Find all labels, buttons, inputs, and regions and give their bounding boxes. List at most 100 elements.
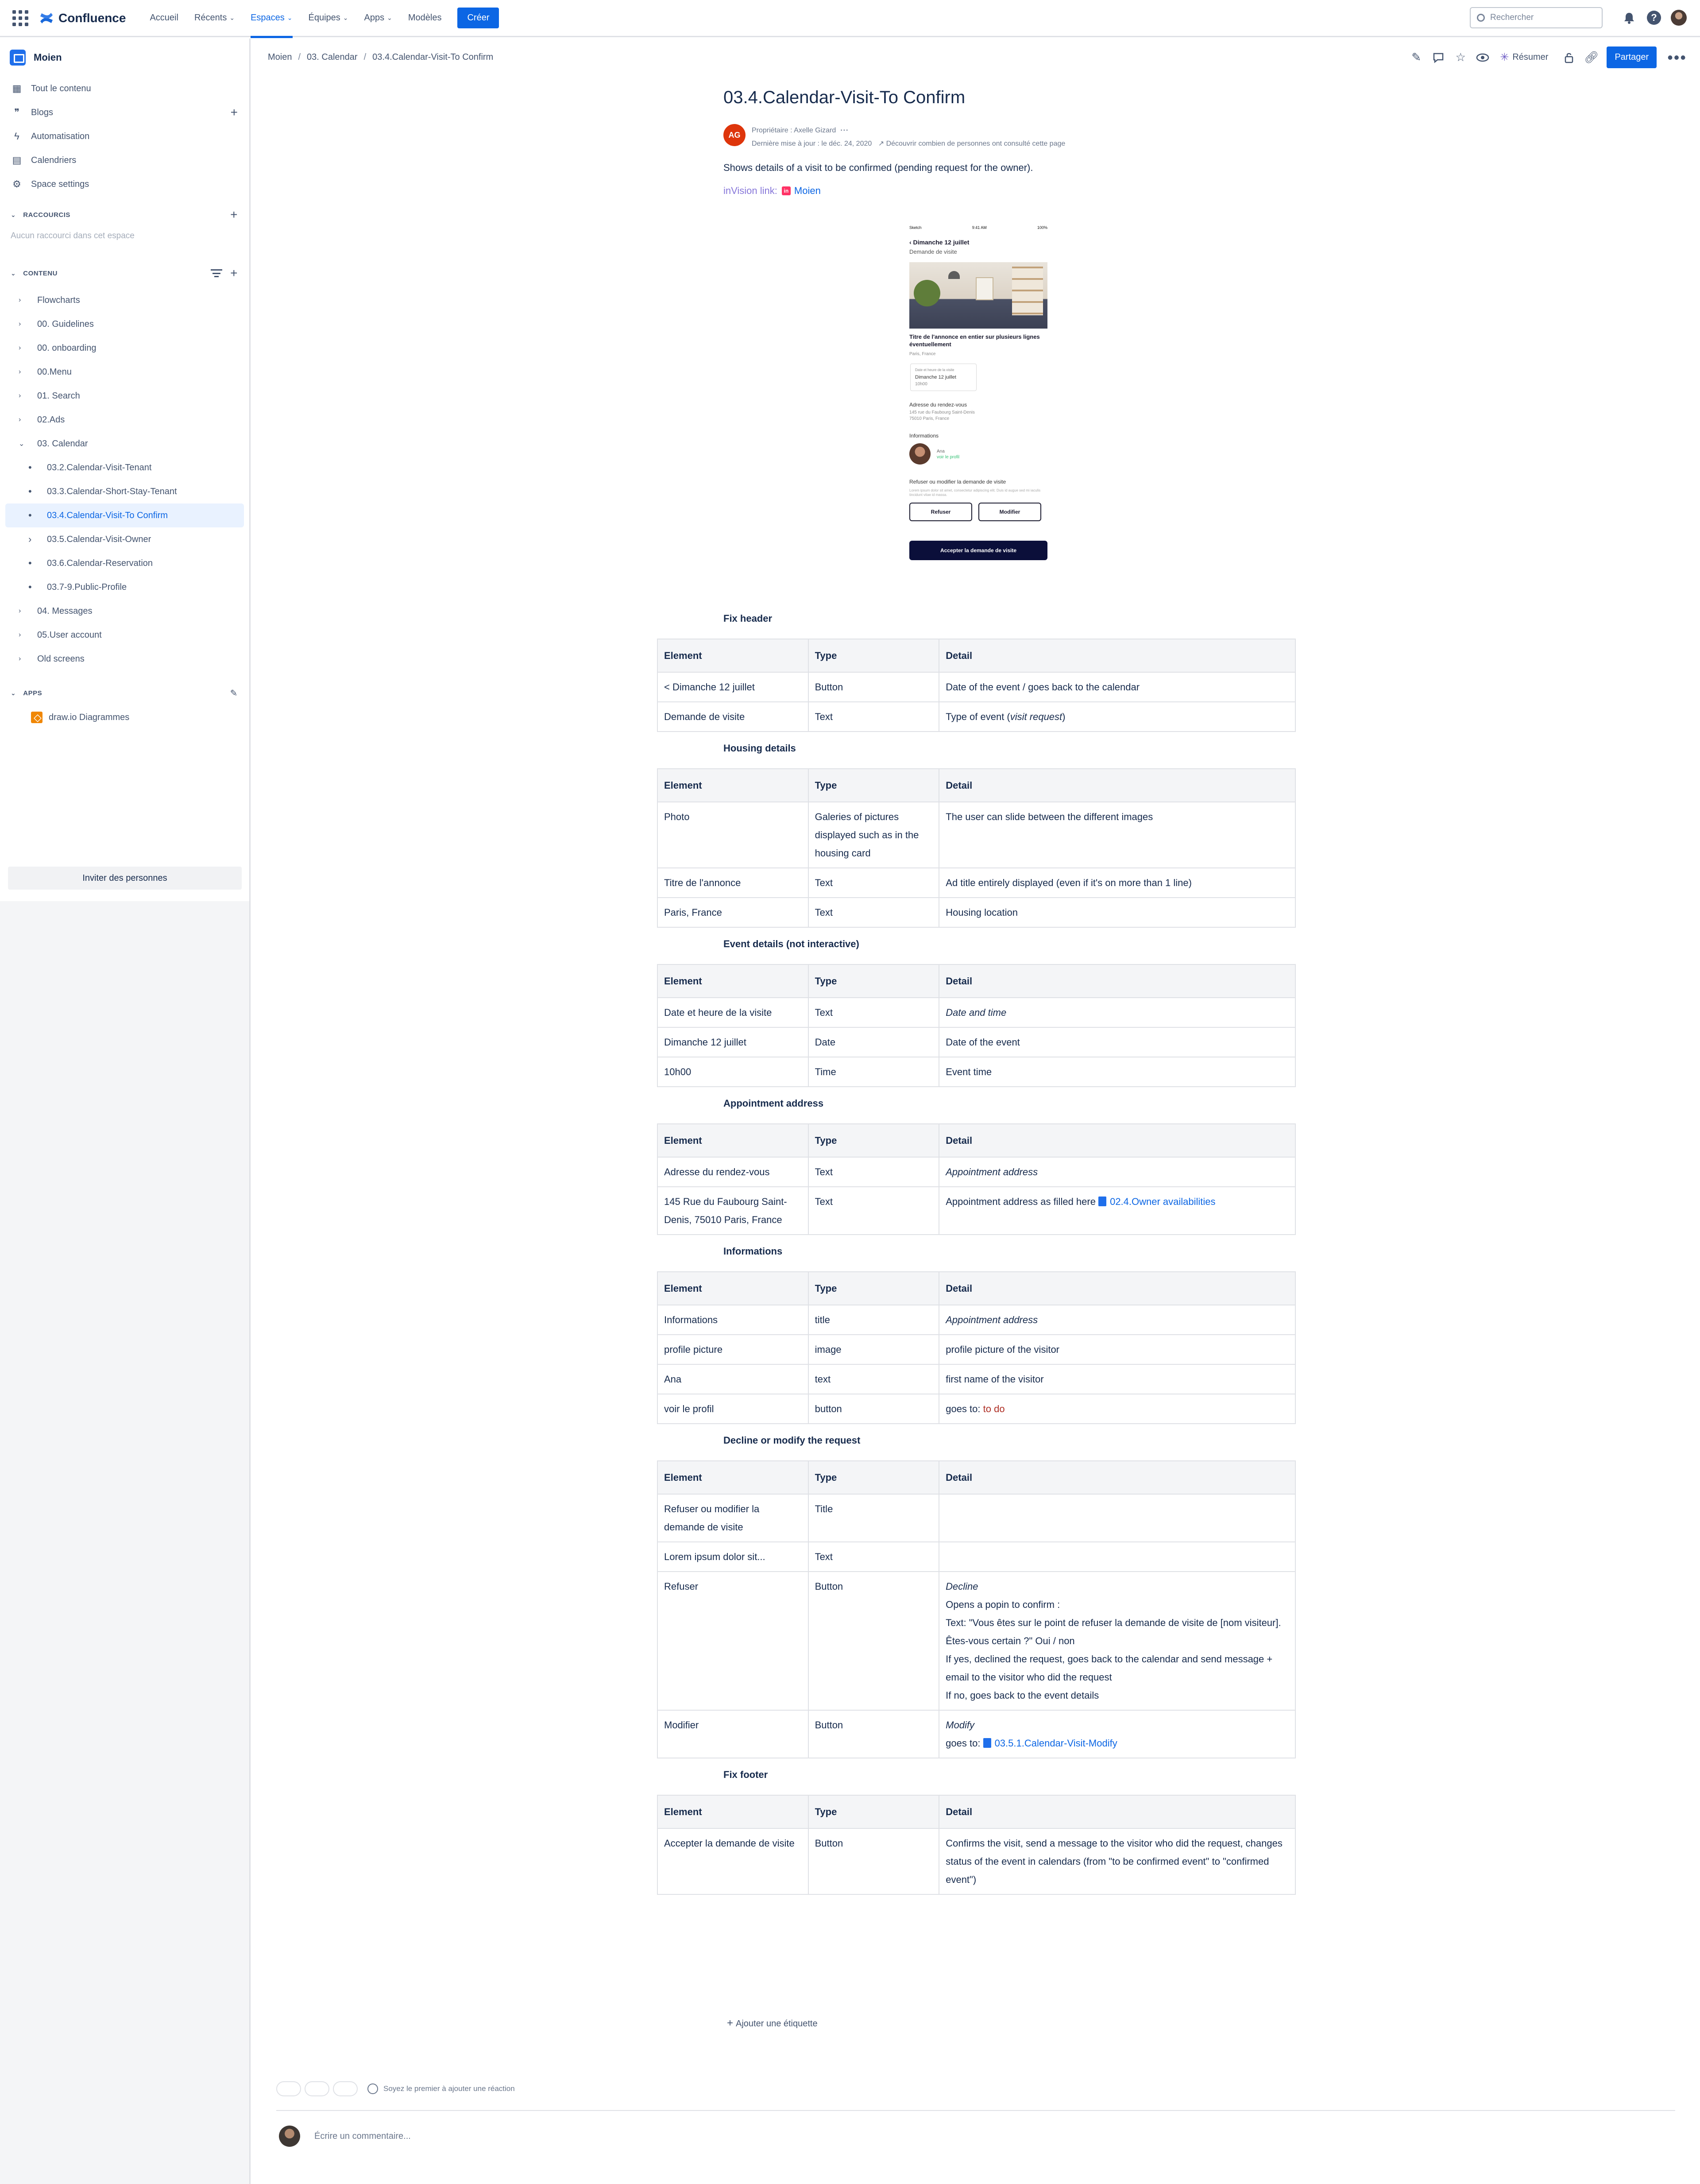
owner-text[interactable]: Propriétaire : Axelle Gizard xyxy=(752,127,836,134)
copy-link-icon[interactable]: 🔗︎ xyxy=(1582,48,1600,67)
tree-item[interactable]: › 00. Guidelines xyxy=(5,312,244,336)
tree-item[interactable]: › 00.Menu xyxy=(5,360,244,384)
nav-item-5[interactable]: Modèles xyxy=(408,0,442,37)
tree-item[interactable]: • 03.4.Calendar-Visit-To Confirm xyxy=(5,503,244,527)
chevron-right-icon[interactable]: › xyxy=(19,320,28,328)
tree-item-label: 03.6.Calendar-Reservation xyxy=(47,558,153,568)
star-icon[interactable]: ☆ xyxy=(1451,48,1470,67)
cell-detail: Confirms the visit, send a message to th… xyxy=(939,1828,1296,1895)
chevron-right-icon[interactable]: › xyxy=(19,631,28,639)
summarize-button[interactable]: ✳ Résumer xyxy=(1500,51,1548,64)
nav-item-label: Récents xyxy=(194,13,227,23)
cell-type: text xyxy=(808,1364,940,1394)
watch-eye-icon[interactable] xyxy=(1473,48,1492,67)
tree-item[interactable]: › 01. Search xyxy=(5,384,244,408)
chevron-right-icon[interactable]: › xyxy=(28,534,38,545)
nav-item-1[interactable]: Récents ⌄ xyxy=(194,0,235,37)
tree-item[interactable]: › 05.User account xyxy=(5,623,244,647)
create-button[interactable]: Créer xyxy=(457,8,499,28)
sidebar-link-2[interactable]: ϟ Automatisation xyxy=(0,124,249,148)
comment-icon[interactable] xyxy=(1429,48,1448,67)
tree-item-label: 00.Menu xyxy=(37,367,72,377)
tree-item[interactable]: • 03.3.Calendar-Short-Stay-Tenant xyxy=(5,480,244,503)
sidebar-link-1[interactable]: ❞ Blogs + xyxy=(0,101,249,124)
add-shortcut-icon[interactable]: + xyxy=(230,208,238,222)
sidebar-link-3[interactable]: ▤ Calendriers xyxy=(0,148,249,172)
nav-item-0[interactable]: Accueil xyxy=(150,0,178,37)
detail-text: Type of event ( xyxy=(946,711,1010,722)
breadcrumb-item[interactable]: 03.4.Calendar-Visit-To Confirm xyxy=(372,52,493,62)
sidebar-link-0[interactable]: ▦ Tout le contenu xyxy=(0,77,249,101)
search-input[interactable]: Rechercher xyxy=(1470,7,1603,28)
cell-type: Galeries of pictures displayed such as i… xyxy=(808,802,940,868)
breadcrumb-item[interactable]: 03. Calendar xyxy=(307,52,358,62)
content-section-header[interactable]: ⌄ CONTENU + xyxy=(0,261,249,286)
chevron-right-icon[interactable]: › xyxy=(19,607,28,615)
add-icon[interactable]: + xyxy=(231,105,238,120)
edit-pencil-icon[interactable]: ✎ xyxy=(1407,48,1426,67)
app-switcher-icon[interactable] xyxy=(11,8,30,28)
apps-section-header[interactable]: ⌄ APPS ✎ xyxy=(0,681,249,705)
reaction-pill[interactable] xyxy=(276,2081,301,2096)
page-link[interactable]: 03.5.1.Calendar-Visit-Modify xyxy=(983,1738,1117,1749)
help-icon[interactable]: ? xyxy=(1645,9,1663,27)
chevron-right-icon[interactable]: › xyxy=(19,416,28,424)
cell-detail xyxy=(939,1494,1296,1542)
cell-detail: Ad title entirely displayed (even if it'… xyxy=(939,867,1296,898)
edit-apps-icon[interactable]: ✎ xyxy=(230,688,238,699)
author-avatar[interactable]: AG xyxy=(723,124,746,146)
tree-item[interactable]: ⌄ 03. Calendar xyxy=(5,432,244,456)
views-link[interactable]: Découvrir combien de personnes ont consu… xyxy=(886,140,1066,147)
filter-icon[interactable] xyxy=(211,269,223,277)
chevron-right-icon[interactable]: › xyxy=(19,344,28,352)
nav-item-3[interactable]: Équipes ⌄ xyxy=(309,0,348,37)
reaction-pill[interactable] xyxy=(333,2081,358,2096)
add-reaction-icon[interactable] xyxy=(367,2083,378,2094)
column-header: Type xyxy=(808,639,940,673)
page-link[interactable]: 02.4.Owner availabilities xyxy=(1098,1196,1216,1207)
bullet-icon: • xyxy=(28,558,32,569)
tree-item[interactable]: › 03.5.Calendar-Visit-Owner xyxy=(5,527,244,551)
cell-type: Time xyxy=(808,1057,940,1087)
tree-item[interactable]: • 03.2.Calendar-Visit-Tenant xyxy=(5,456,244,480)
nav-item-label: Apps xyxy=(364,13,385,23)
comment-input[interactable]: Écrire un commentaire... xyxy=(314,2131,411,2141)
chevron-right-icon[interactable]: › xyxy=(19,368,28,376)
tree-item[interactable]: › Old screens xyxy=(5,647,244,671)
user-avatar[interactable] xyxy=(1670,9,1688,27)
cell-element: Demande de visite xyxy=(657,701,809,732)
detail-line: Housing location xyxy=(946,903,1289,922)
more-actions-icon[interactable]: ••• xyxy=(1667,48,1687,67)
sidebar-link-4[interactable]: ⚙ Space settings xyxy=(0,172,249,196)
nav-item-4[interactable]: Apps ⌄ xyxy=(364,0,392,37)
chevron-down-icon[interactable]: ⌄ xyxy=(19,439,28,448)
divider xyxy=(276,2110,1675,2111)
chevron-right-icon[interactable]: › xyxy=(19,296,28,304)
invision-link[interactable]: in Moien xyxy=(781,185,821,197)
shortcuts-section-header[interactable]: ⌄ RACCOURCIS + xyxy=(0,202,249,227)
add-content-icon[interactable]: + xyxy=(230,266,238,280)
tree-item[interactable]: • 03.7-9.Public-Profile xyxy=(5,575,244,599)
content-tree: › Flowcharts › 00. Guidelines › 00. onboardin… xyxy=(0,288,249,671)
confluence-logo[interactable]: Confluence xyxy=(39,11,126,26)
invite-people-button[interactable]: Inviter des personnes xyxy=(8,867,242,890)
chevron-right-icon[interactable]: › xyxy=(19,655,28,663)
breadcrumb-item[interactable]: Moien xyxy=(268,52,292,62)
add-label-button[interactable]: + Ajouter une étiquette xyxy=(727,2017,818,2029)
tree-item[interactable]: › Flowcharts xyxy=(5,288,244,312)
logo-text: Confluence xyxy=(58,11,126,25)
tree-item[interactable]: • 03.6.Calendar-Reservation xyxy=(5,551,244,575)
tree-item[interactable]: › 04. Messages xyxy=(5,599,244,623)
chevron-right-icon[interactable]: › xyxy=(19,392,28,400)
notifications-icon[interactable] xyxy=(1620,9,1638,27)
space-header[interactable]: Moien xyxy=(0,39,249,77)
section-heading: Fix header xyxy=(723,613,773,624)
tree-item[interactable]: › 00. onboarding xyxy=(5,336,244,360)
nav-item-2[interactable]: Espaces ⌄ xyxy=(251,0,293,38)
share-button[interactable]: Partager xyxy=(1607,46,1657,68)
tree-item[interactable]: › 02.Ads xyxy=(5,408,244,432)
more-dots-icon[interactable]: ··· xyxy=(840,127,849,134)
app-item-drawio[interactable]: draw.io Diagrammes xyxy=(0,705,249,729)
restrictions-lock-icon[interactable] xyxy=(1560,48,1578,67)
reaction-pill[interactable] xyxy=(305,2081,329,2096)
